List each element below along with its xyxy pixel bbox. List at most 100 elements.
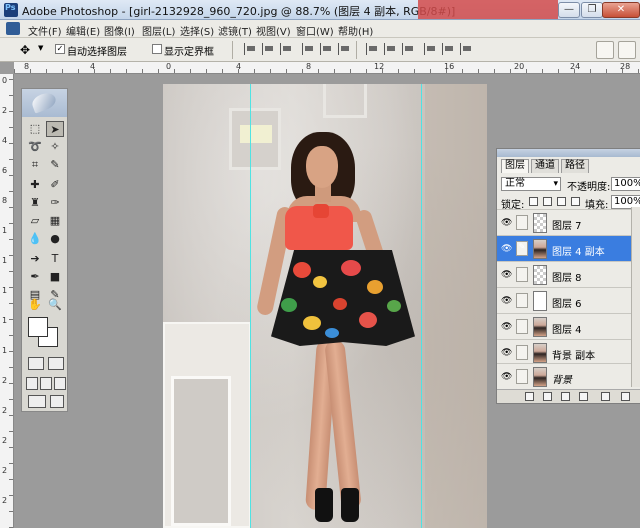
layer-row[interactable]: 👁 图层 4 xyxy=(497,313,640,339)
visibility-eye-icon[interactable]: 👁 xyxy=(501,244,512,254)
align-left-icon[interactable] xyxy=(302,43,314,55)
visibility-eye-icon[interactable]: 👁 xyxy=(501,296,512,306)
close-button[interactable]: ✕ xyxy=(602,2,640,18)
quickmask-mode-icon[interactable] xyxy=(48,357,64,370)
screen-mode-full-menu-icon[interactable] xyxy=(40,377,52,390)
crop-tool-icon[interactable]: ⌗ xyxy=(26,157,44,173)
dodge-tool-icon[interactable]: ● xyxy=(46,231,64,247)
layer-row-active[interactable]: 👁 ✎ 图层 4 副本 xyxy=(497,235,640,261)
brush-link-icon[interactable]: ✎ xyxy=(516,241,528,256)
layer-row[interactable]: 👁 图层 7 xyxy=(497,209,640,235)
screen-mode-full-icon[interactable] xyxy=(54,377,66,390)
history-brush-icon[interactable]: ✑ xyxy=(46,195,64,211)
visibility-eye-icon[interactable]: 👁 xyxy=(501,270,512,280)
hand-tool-icon[interactable]: ✋ xyxy=(26,297,44,313)
align-hcenter-icon[interactable] xyxy=(320,43,332,55)
screen-mode-standard-icon[interactable] xyxy=(26,377,38,390)
menu-edit[interactable]: 编辑(E) xyxy=(66,23,100,38)
distribute-left-icon[interactable] xyxy=(424,43,436,55)
link-box[interactable] xyxy=(516,369,528,384)
distribute-bottom-icon[interactable] xyxy=(402,43,414,55)
show-bounds-checkbox[interactable] xyxy=(152,44,162,54)
jump-to-imageready-icon[interactable] xyxy=(28,395,46,408)
clone-stamp-icon[interactable]: ♜ xyxy=(26,195,44,211)
document-icon[interactable] xyxy=(6,22,20,35)
align-top-icon[interactable] xyxy=(244,43,256,55)
menu-layer[interactable]: 图层(L) xyxy=(142,23,175,38)
tab-layers[interactable]: 图层 xyxy=(501,159,529,173)
palette-well-icon[interactable] xyxy=(618,41,636,59)
trash-icon[interactable] xyxy=(621,392,630,401)
restore-button[interactable]: ❐ xyxy=(581,2,603,18)
guide-line[interactable] xyxy=(250,84,251,528)
visibility-eye-icon[interactable]: 👁 xyxy=(501,348,512,358)
layer-row[interactable]: 👁 背景 副本 xyxy=(497,339,640,365)
move-tool-icon[interactable]: ➤ xyxy=(46,121,64,137)
menu-select[interactable]: 选择(S) xyxy=(180,23,214,38)
layer-mask-icon[interactable] xyxy=(543,392,552,401)
opacity-field[interactable]: 100% xyxy=(611,177,640,191)
move-tool-icon[interactable]: ✥ xyxy=(20,43,30,57)
eraser-tool-icon[interactable]: ▱ xyxy=(26,213,44,229)
new-set-icon[interactable] xyxy=(561,392,570,401)
lock-transparent-icon[interactable] xyxy=(529,197,538,206)
marquee-tool-icon[interactable]: ⬚ xyxy=(26,121,44,137)
distribute-hcenter-icon[interactable] xyxy=(442,43,454,55)
brush-tool-icon[interactable]: ✐ xyxy=(46,177,64,193)
lasso-tool-icon[interactable]: ➰ xyxy=(26,139,44,155)
menu-filter[interactable]: 滤镜(T) xyxy=(218,23,252,38)
tab-channels[interactable]: 通道 xyxy=(531,159,559,173)
link-box[interactable] xyxy=(516,215,528,230)
toolbox-header[interactable] xyxy=(22,89,67,117)
menu-image[interactable]: 图像(I) xyxy=(104,23,135,38)
layer-row[interactable]: 👁 图层 6 xyxy=(497,287,640,313)
pen-tool-icon[interactable]: ✒ xyxy=(26,269,44,285)
blur-tool-icon[interactable]: 💧 xyxy=(26,231,44,247)
menu-window[interactable]: 窗口(W) xyxy=(296,23,334,38)
layers-scrollbar[interactable] xyxy=(631,207,640,387)
gradient-tool-icon[interactable]: ▦ xyxy=(46,213,64,229)
tab-paths[interactable]: 路径 xyxy=(561,159,589,173)
link-box[interactable] xyxy=(516,345,528,360)
align-right-icon[interactable] xyxy=(338,43,350,55)
adjustment-layer-icon[interactable] xyxy=(579,392,588,401)
auto-select-checkbox[interactable]: ✓ xyxy=(55,44,65,54)
document-canvas[interactable] xyxy=(163,84,487,528)
link-box[interactable] xyxy=(516,267,528,282)
align-vcenter-icon[interactable] xyxy=(262,43,274,55)
panel-title-bar[interactable] xyxy=(497,149,640,157)
edit-in-imageready-icon[interactable] xyxy=(50,395,64,408)
link-box[interactable] xyxy=(516,293,528,308)
guide-line[interactable] xyxy=(421,84,422,528)
horizontal-ruler[interactable] xyxy=(14,62,640,74)
visibility-eye-icon[interactable]: 👁 xyxy=(501,322,512,332)
visibility-eye-icon[interactable]: 👁 xyxy=(501,372,512,382)
path-select-icon[interactable]: ➔ xyxy=(26,251,44,267)
standard-mode-icon[interactable] xyxy=(28,357,44,370)
chevron-down-icon[interactable]: ▼ xyxy=(38,44,43,52)
file-browser-icon[interactable] xyxy=(596,41,614,59)
new-layer-icon[interactable] xyxy=(601,392,610,401)
distribute-top-icon[interactable] xyxy=(366,43,378,55)
lock-image-icon[interactable] xyxy=(543,197,552,206)
blend-mode-select[interactable]: 正常 xyxy=(501,177,561,191)
align-bottom-icon[interactable] xyxy=(280,43,292,55)
layer-style-icon[interactable] xyxy=(525,392,534,401)
slice-tool-icon[interactable]: ✎ xyxy=(46,157,64,173)
lock-position-icon[interactable] xyxy=(557,197,566,206)
distribute-right-icon[interactable] xyxy=(460,43,472,55)
zoom-tool-icon[interactable]: 🔍 xyxy=(46,297,64,313)
menu-file[interactable]: 文件(F) xyxy=(28,23,62,38)
menu-help[interactable]: 帮助(H) xyxy=(338,23,373,38)
link-box[interactable] xyxy=(516,319,528,334)
distribute-vcenter-icon[interactable] xyxy=(384,43,396,55)
minimize-button[interactable]: — xyxy=(558,2,580,18)
visibility-eye-icon[interactable]: 👁 xyxy=(501,218,512,228)
layer-row[interactable]: 👁 图层 8 xyxy=(497,261,640,287)
healing-brush-icon[interactable]: ✚ xyxy=(26,177,44,193)
type-tool-icon[interactable]: T xyxy=(46,251,64,267)
magic-wand-icon[interactable]: ✧ xyxy=(46,139,64,155)
lock-all-icon[interactable] xyxy=(571,197,580,206)
layer-row[interactable]: 👁 背景 xyxy=(497,363,640,389)
menu-view[interactable]: 视图(V) xyxy=(256,23,291,38)
